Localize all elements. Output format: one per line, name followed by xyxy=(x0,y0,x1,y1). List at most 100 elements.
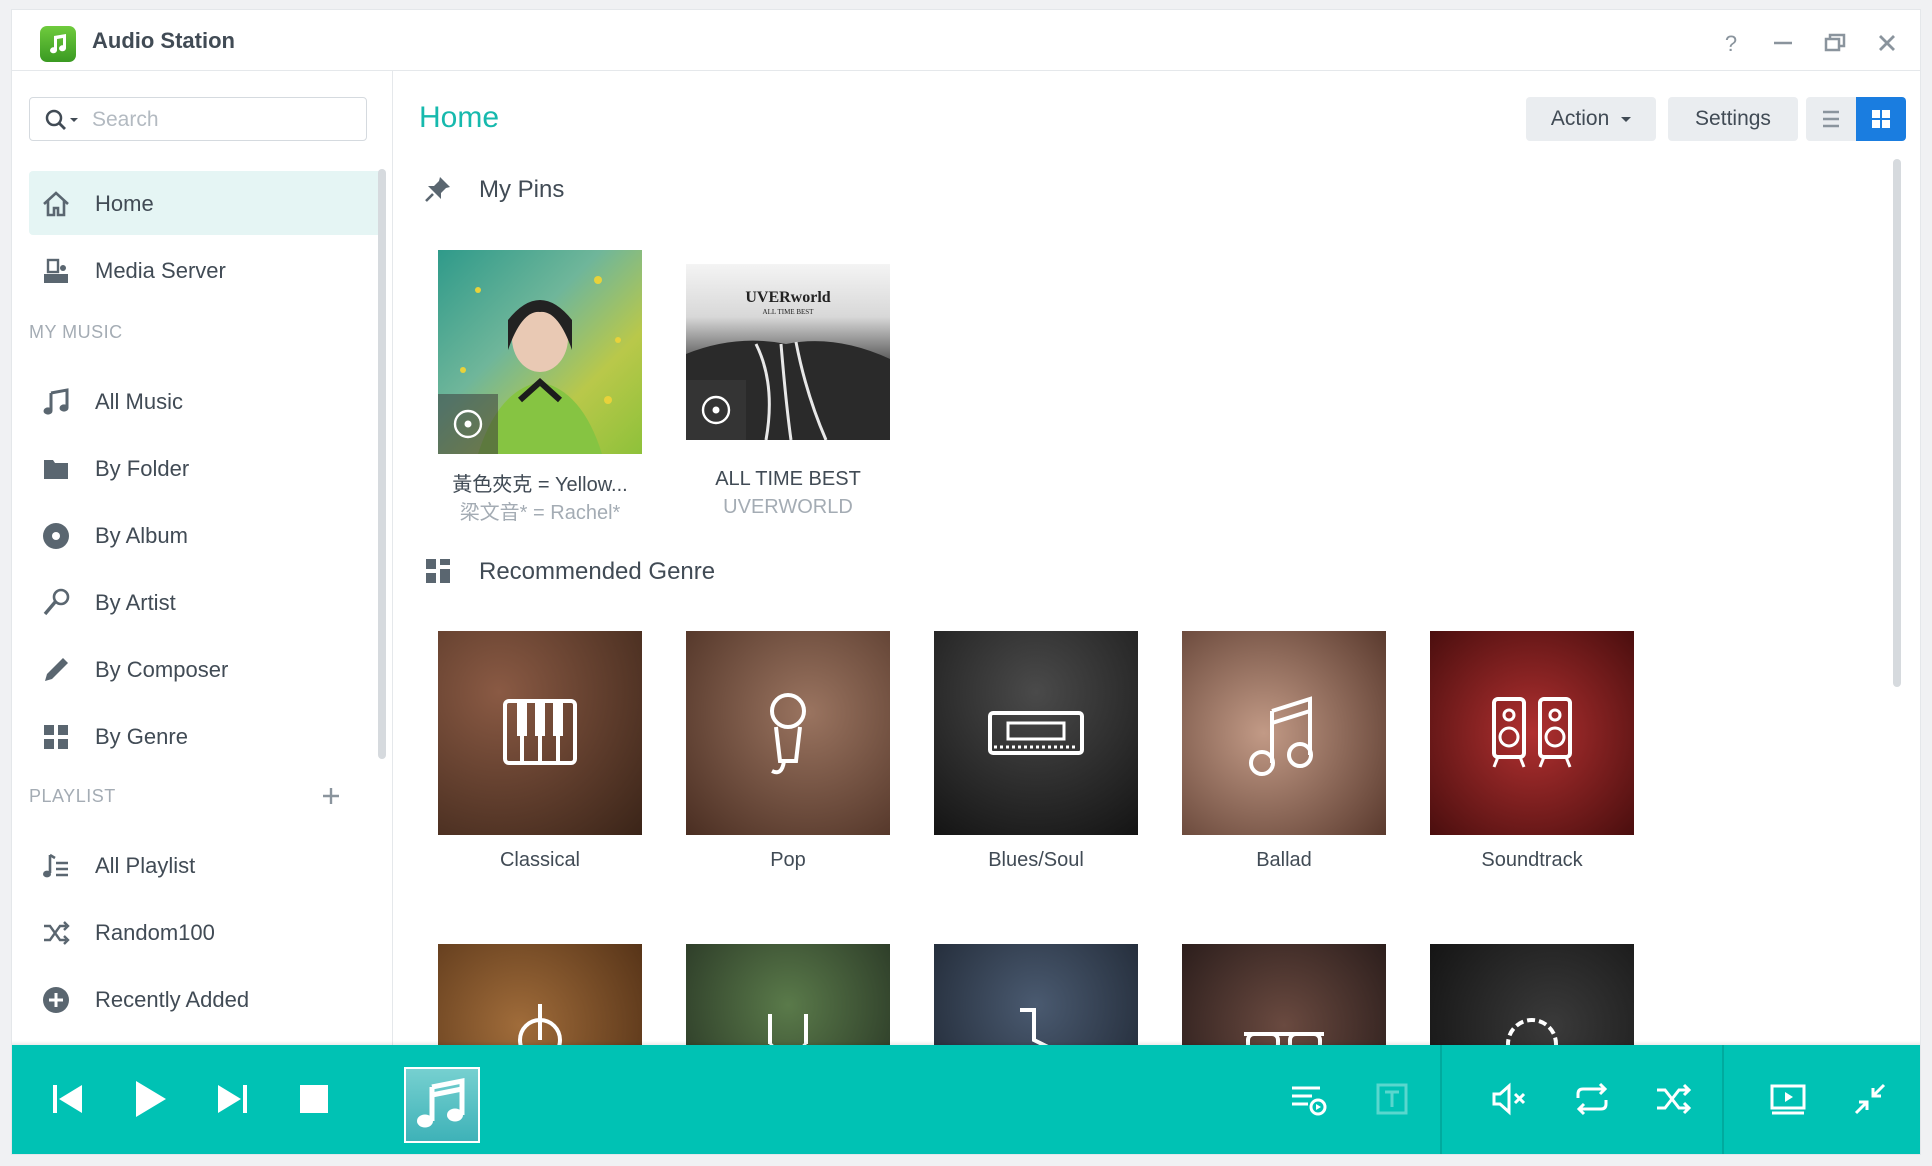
genre-tile-blues-soul[interactable]: Blues/Soul xyxy=(934,631,1138,881)
main-scrollbar[interactable] xyxy=(1893,159,1901,687)
album-cover[interactable]: UVERworld ALL TIME BEST xyxy=(686,264,890,440)
sidebar-item-home[interactable]: Home xyxy=(29,171,383,235)
page-title: Home xyxy=(419,101,500,134)
genre-tile[interactable] xyxy=(1430,944,1634,1045)
restore-icon[interactable] xyxy=(1818,26,1852,60)
sidebar-scrollbar[interactable] xyxy=(378,169,386,759)
genre-cover[interactable] xyxy=(1430,631,1634,835)
sidebar: Search Home Media Server MY MUSIC All Mu… xyxy=(12,71,393,1045)
svg-text:ALL TIME BEST: ALL TIME BEST xyxy=(763,308,815,316)
genre-cover[interactable] xyxy=(1182,631,1386,835)
sidebar-item-label: All Playlist xyxy=(95,853,196,878)
guitar-icon xyxy=(518,1004,562,1045)
mute-button[interactable] xyxy=(1484,1073,1536,1125)
queue-button[interactable] xyxy=(1282,1073,1334,1125)
now-playing-cover[interactable] xyxy=(404,1067,480,1143)
sidebar-item-random100[interactable]: Random100 xyxy=(29,900,383,964)
play-button[interactable] xyxy=(124,1073,176,1125)
home-icon xyxy=(43,191,69,217)
title-bar: Audio Station ? xyxy=(12,10,1920,71)
close-icon[interactable] xyxy=(1870,26,1904,60)
minimize-icon[interactable] xyxy=(1766,26,1800,60)
genre-label: Blues/Soul xyxy=(988,849,1084,871)
shuffle-button[interactable] xyxy=(1648,1073,1700,1125)
svg-text:UVERworld: UVERworld xyxy=(745,289,830,306)
genre-cover[interactable] xyxy=(934,944,1138,1045)
fullscreen-player-icon xyxy=(1770,1084,1806,1115)
svg-text:?: ? xyxy=(1725,31,1737,56)
sidebar-item-media-server[interactable]: Media Server xyxy=(29,238,383,302)
pinned-album-tile[interactable]: UVERworld ALL TIME BEST ALL TIME BEST UV… xyxy=(686,250,890,530)
sidebar-item-recently-added[interactable]: Recently Added xyxy=(29,967,383,1031)
previous-button[interactable] xyxy=(42,1073,94,1125)
stop-button[interactable] xyxy=(288,1073,340,1125)
genre-tile[interactable] xyxy=(934,944,1138,1045)
genre-grid-icon xyxy=(44,725,68,749)
genre-cover[interactable] xyxy=(1430,944,1634,1045)
genre-tile[interactable] xyxy=(438,944,642,1045)
album-cover[interactable] xyxy=(438,250,642,454)
section-heading-playlist: PLAYLIST xyxy=(29,786,116,806)
album-badge xyxy=(438,394,498,454)
microphone-icon xyxy=(43,588,70,616)
album-artist[interactable]: 梁文音* = Rachel* xyxy=(438,496,642,525)
sidebar-item-all-playlist[interactable]: All Playlist xyxy=(29,833,383,897)
lyrics-button[interactable] xyxy=(1366,1073,1418,1125)
genre-tile-soundtrack[interactable]: Soundtrack xyxy=(1430,631,1634,881)
rock-hand-icon xyxy=(768,1014,808,1045)
section-heading-my-music: MY MUSIC xyxy=(29,322,123,342)
genre-cover[interactable] xyxy=(686,631,890,835)
mini-mode-button[interactable] xyxy=(1844,1073,1896,1125)
player-divider xyxy=(1722,1045,1724,1154)
plus-icon xyxy=(323,788,339,804)
search-placeholder: Search xyxy=(92,108,159,131)
sidebar-item-by-folder[interactable]: By Folder xyxy=(29,436,383,500)
search-input[interactable]: Search xyxy=(29,97,367,141)
add-playlist-button[interactable] xyxy=(317,782,345,810)
music-note-icon xyxy=(43,388,69,415)
sidebar-item-by-artist[interactable]: By Artist xyxy=(29,570,383,634)
sidebar-item-label: By Composer xyxy=(95,657,229,682)
album-artist[interactable]: UVERWORLD xyxy=(686,496,890,519)
genre-cover[interactable] xyxy=(438,631,642,835)
genre-tile-classical[interactable]: Classical xyxy=(438,631,642,881)
genre-label: Pop xyxy=(770,849,806,871)
genre-tile-ballad[interactable]: Ballad xyxy=(1182,631,1386,881)
repeat-button[interactable] xyxy=(1566,1073,1618,1125)
search-icon[interactable] xyxy=(44,108,84,132)
player-divider xyxy=(1440,1045,1442,1154)
genre-cover[interactable] xyxy=(934,631,1138,835)
pen-icon xyxy=(45,658,68,681)
genre-cover[interactable] xyxy=(686,944,890,1045)
genre-cover[interactable] xyxy=(438,944,642,1045)
app-title: Audio Station xyxy=(92,28,235,53)
list-view-button[interactable] xyxy=(1806,97,1856,141)
next-button[interactable] xyxy=(206,1073,258,1125)
grid-view-button[interactable] xyxy=(1856,97,1906,141)
action-button[interactable]: Action xyxy=(1526,97,1656,141)
plus-circle-icon xyxy=(43,987,69,1013)
settings-button[interactable]: Settings xyxy=(1668,97,1798,141)
sidebar-item-by-album[interactable]: By Album xyxy=(29,503,383,567)
album-title[interactable]: ALL TIME BEST xyxy=(686,468,890,491)
fullscreen-player-button[interactable] xyxy=(1762,1073,1814,1125)
sidebar-item-by-composer[interactable]: By Composer xyxy=(29,637,383,701)
genre-tile[interactable] xyxy=(686,944,890,1045)
sunglasses-icon xyxy=(1244,1032,1324,1045)
pinned-album-tile[interactable]: 黃色夾克 = Yellow... 梁文音* = Rachel* xyxy=(438,250,642,530)
list-view-icon xyxy=(1823,110,1839,128)
next-icon xyxy=(218,1085,247,1113)
sidebar-item-label: All Music xyxy=(95,389,184,414)
help-icon[interactable]: ? xyxy=(1714,26,1748,60)
sidebar-item-label: Random100 xyxy=(95,920,215,945)
sidebar-item-by-genre[interactable]: By Genre xyxy=(29,704,383,768)
genre-tile-pop[interactable]: Pop xyxy=(686,631,890,881)
genre-tile[interactable] xyxy=(1182,944,1386,1045)
sidebar-item-all-music[interactable]: All Music xyxy=(29,369,383,433)
media-server-icon xyxy=(44,258,68,283)
app-window: Audio Station ? Search Home Media Server… xyxy=(12,10,1920,1154)
genre-cover[interactable] xyxy=(1182,944,1386,1045)
genre-label: Soundtrack xyxy=(1481,849,1583,871)
album-title[interactable]: 黃色夾克 = Yellow... xyxy=(438,468,642,497)
caret-down-icon xyxy=(1621,116,1632,122)
